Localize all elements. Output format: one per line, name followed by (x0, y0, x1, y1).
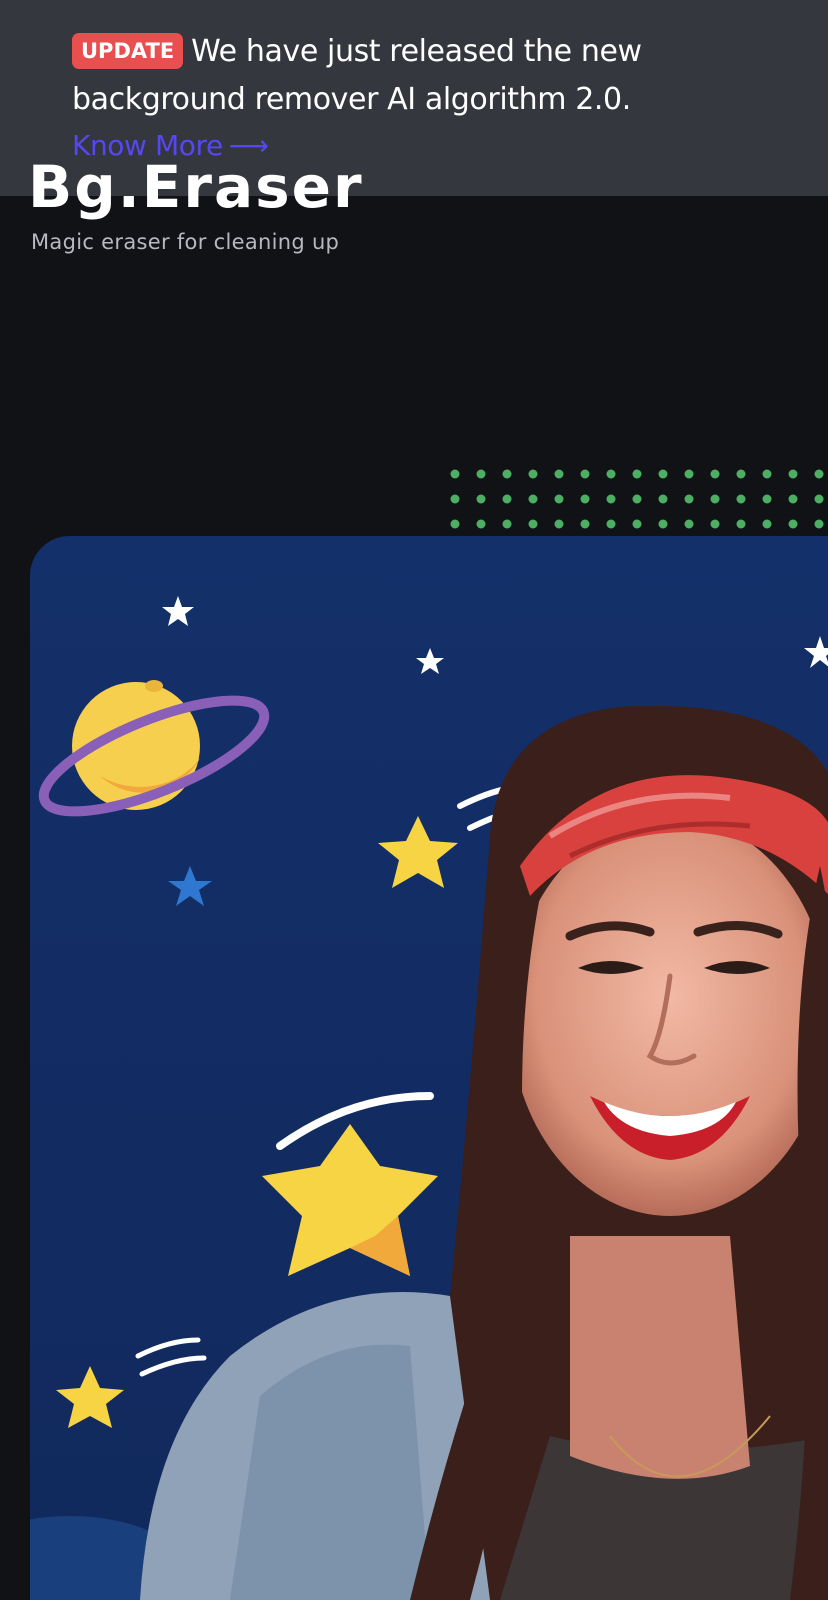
decorative-dot-grid (450, 469, 824, 529)
hero-illustration (30, 536, 828, 1600)
hero-image (30, 536, 828, 1600)
brand-logo-title[interactable]: Bg.Eraser (28, 152, 364, 222)
update-badge: UPDATE (72, 33, 184, 69)
banner-message-block: UPDATE We have just released the new back… (72, 28, 672, 124)
brand-tagline: Magic eraser for cleaning up (31, 230, 340, 254)
